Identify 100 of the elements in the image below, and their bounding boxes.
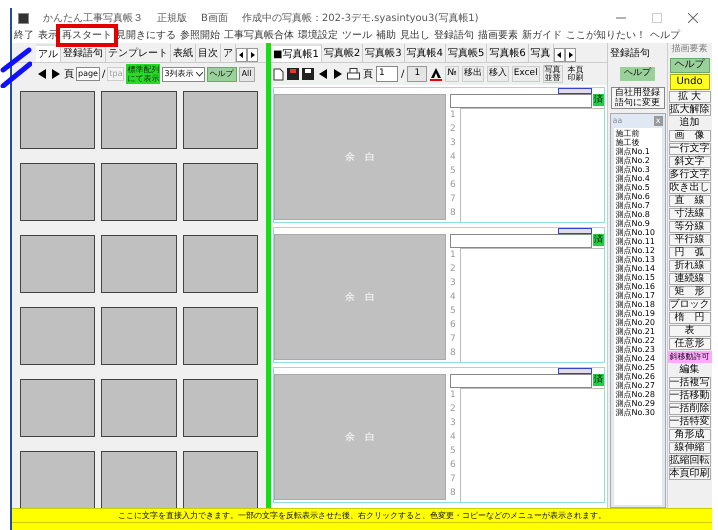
tool-button[interactable]: 表 bbox=[668, 324, 710, 336]
caption-field[interactable] bbox=[450, 94, 592, 108]
phrase-item[interactable]: 測点No.17 bbox=[616, 291, 662, 300]
tool-button[interactable]: 寸法線 bbox=[668, 208, 710, 220]
tool-button[interactable]: 等分線 bbox=[668, 220, 710, 232]
phrase-item[interactable]: 測点No.1 bbox=[616, 147, 662, 156]
switch-phrases-button[interactable]: 自社用登録語句に変更 bbox=[610, 87, 664, 109]
photo-thumbnail[interactable] bbox=[20, 91, 96, 149]
page-field[interactable]: page bbox=[76, 67, 100, 81]
phrase-item[interactable]: 測点No.22 bbox=[616, 336, 662, 345]
photo-thumbnail[interactable] bbox=[182, 91, 258, 149]
tool-button[interactable]: 拡大解除 bbox=[668, 104, 710, 116]
tab[interactable]: 登録語句 bbox=[61, 44, 106, 62]
menu-item[interactable]: 描画要素 bbox=[476, 28, 520, 43]
tool-button[interactable]: 拡縮回転 bbox=[668, 454, 710, 466]
caption-field[interactable] bbox=[450, 234, 592, 248]
toolbar-button[interactable]: 移出 bbox=[462, 66, 484, 82]
photo-thumbnail[interactable] bbox=[182, 235, 258, 293]
photo-thumbnail[interactable] bbox=[101, 451, 177, 508]
tab[interactable]: アル bbox=[36, 44, 61, 62]
undo-button[interactable]: Undo bbox=[670, 74, 710, 90]
menu-item[interactable]: ここが知りたい！ bbox=[564, 28, 648, 43]
tool-button[interactable]: 円 弧 bbox=[668, 246, 710, 258]
new-page-icon[interactable] bbox=[273, 68, 284, 80]
tab[interactable]: 表紙 bbox=[171, 44, 196, 62]
photo-thumbnail[interactable] bbox=[182, 451, 258, 508]
photo-thumbnail[interactable] bbox=[20, 379, 96, 437]
phrase-item[interactable]: 施工前 bbox=[616, 129, 662, 138]
tool-button[interactable]: 折れ線 bbox=[668, 260, 710, 272]
menu-item[interactable]: 登録語句 bbox=[432, 28, 476, 43]
tool-button[interactable]: 本頁印刷 bbox=[668, 468, 710, 480]
tool-button[interactable]: 任意形 bbox=[668, 338, 710, 350]
photo-thumbnail[interactable] bbox=[20, 163, 96, 221]
menu-item[interactable]: ツール bbox=[340, 28, 374, 43]
tool-button[interactable]: 画 像 bbox=[668, 130, 710, 142]
tool-button[interactable]: 楕 円 bbox=[668, 312, 710, 324]
print-page-button[interactable]: 本頁印刷 bbox=[566, 66, 586, 82]
arrange-button[interactable]: 標準配列にて表示 bbox=[126, 64, 160, 84]
phrase-item[interactable]: 測点No.10 bbox=[616, 228, 662, 237]
tab[interactable]: 写真帳6 bbox=[487, 44, 529, 62]
phrase-item[interactable]: 測点No.28 bbox=[616, 390, 662, 399]
phrase-item[interactable]: 測点No.6 bbox=[616, 192, 662, 201]
tab[interactable]: ア bbox=[221, 44, 236, 62]
next-page-icon[interactable] bbox=[332, 68, 344, 80]
tool-button[interactable]: 直 線 bbox=[668, 194, 710, 206]
phrase-item[interactable]: 測点No.29 bbox=[616, 399, 662, 408]
tool-button[interactable]: 平行線 bbox=[668, 234, 710, 246]
text-color-icon[interactable] bbox=[430, 68, 442, 80]
phrase-item[interactable]: 測点No.15 bbox=[616, 273, 662, 282]
photo-thumbnail[interactable] bbox=[101, 379, 177, 437]
photo-thumbnail[interactable] bbox=[182, 163, 258, 221]
scroll-right-button[interactable] bbox=[247, 48, 258, 62]
menu-item[interactable]: 終了 bbox=[12, 28, 36, 43]
phrase-item[interactable]: 測点No.20 bbox=[616, 318, 662, 327]
diagonal-move-toggle[interactable]: 斜移動許可 bbox=[668, 350, 712, 362]
phrase-item[interactable]: 測点No.7 bbox=[616, 201, 662, 210]
phrase-item[interactable]: 測点No.8 bbox=[616, 210, 662, 219]
help-button[interactable]: ヘルプ bbox=[206, 66, 237, 82]
phrase-item[interactable]: 測点No.23 bbox=[616, 345, 662, 354]
save-icon[interactable] bbox=[302, 68, 314, 80]
photo-thumbnail[interactable] bbox=[182, 307, 258, 365]
menu-item[interactable]: 見出し bbox=[398, 28, 432, 43]
tab[interactable]: 写真帳5 bbox=[446, 44, 488, 62]
tool-button[interactable]: 拡 大 bbox=[668, 90, 710, 102]
menu-item[interactable]: 環境設定 bbox=[296, 28, 340, 43]
tab[interactable]: 写真帳4 bbox=[404, 44, 446, 62]
phrase-item[interactable]: 測点No.11 bbox=[616, 237, 662, 246]
menu-item[interactable]: 工事写真帳合体 bbox=[222, 28, 296, 43]
tool-button[interactable]: ブロック bbox=[668, 298, 710, 310]
tool-button[interactable]: 多行文字 bbox=[668, 168, 710, 180]
toolbar-button[interactable]: 移入 bbox=[486, 66, 509, 82]
tab[interactable]: 目次 bbox=[196, 44, 221, 62]
phrase-item[interactable]: 測点No.3 bbox=[616, 165, 662, 174]
photo-thumbnail[interactable] bbox=[20, 307, 96, 365]
tool-button[interactable]: 吹き出し bbox=[668, 182, 710, 194]
photo-thumbnail[interactable] bbox=[20, 451, 96, 508]
page-field[interactable]: 1 bbox=[376, 66, 398, 82]
menu-item[interactable]: 見開きにする bbox=[114, 28, 178, 43]
tool-button[interactable]: 連続線 bbox=[668, 272, 710, 284]
tab[interactable]: 写真 bbox=[528, 44, 554, 62]
phrase-item[interactable]: 測点No.2 bbox=[616, 156, 662, 165]
phrase-item[interactable]: 測点No.24 bbox=[616, 354, 662, 363]
phrase-item[interactable]: 測点No.4 bbox=[616, 174, 662, 183]
phrase-item[interactable]: 測点No.27 bbox=[616, 381, 662, 390]
phrase-item[interactable]: 測点No.16 bbox=[616, 282, 662, 291]
photo-thumbnail[interactable] bbox=[182, 379, 258, 437]
tool-button[interactable]: 一括特変 bbox=[668, 416, 710, 428]
phrase-item[interactable]: 測点No.13 bbox=[616, 255, 662, 264]
phrase-item[interactable]: 測点No.26 bbox=[616, 372, 662, 381]
toolbar-button[interactable]: Excel bbox=[512, 66, 540, 82]
tool-button[interactable]: 一括移動 bbox=[668, 390, 710, 402]
tool-button[interactable]: 斜文字 bbox=[668, 156, 710, 168]
phrase-item[interactable]: 測点No.14 bbox=[616, 264, 662, 273]
phrase-item[interactable]: 測点No.12 bbox=[616, 246, 662, 255]
help-button[interactable]: ヘルプ bbox=[670, 58, 710, 72]
photo-thumbnail[interactable] bbox=[101, 163, 177, 221]
menu-item[interactable]: 新ガイド bbox=[520, 28, 564, 43]
phrase-item[interactable]: 測点No.19 bbox=[616, 309, 662, 318]
tool-button[interactable]: 一括削除 bbox=[668, 402, 710, 414]
tab[interactable]: ■写真帳1 bbox=[271, 44, 322, 62]
